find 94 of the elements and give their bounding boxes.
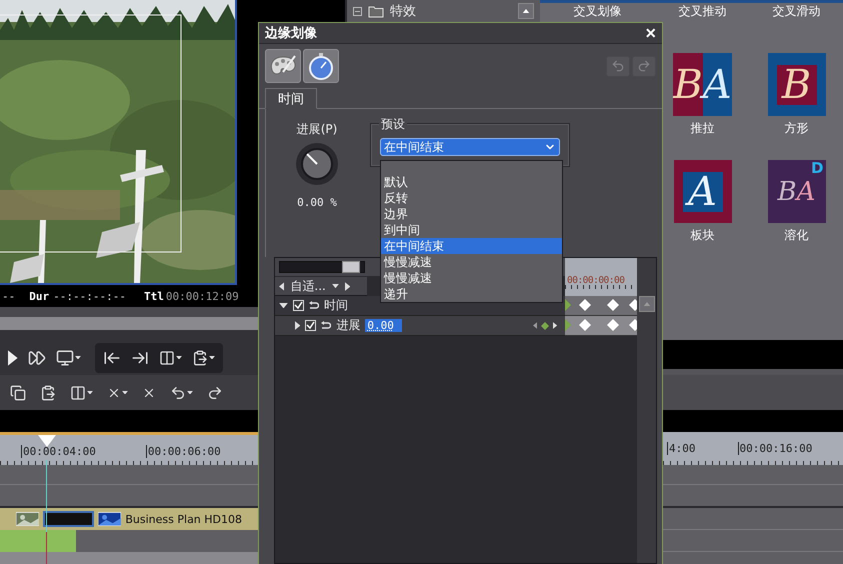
ruler-timecode: 00:00:06:00 xyxy=(146,445,221,458)
timecode-text: -- xyxy=(2,290,16,302)
playhead-marker[interactable] xyxy=(38,435,56,447)
dropdown-option[interactable]: 边界 xyxy=(381,206,562,222)
dropdown-option[interactable]: 到中间 xyxy=(381,222,562,238)
caret-icon xyxy=(87,390,93,394)
collapse-caret-icon[interactable] xyxy=(279,302,288,308)
transition-label: 交叉划像 xyxy=(572,3,622,20)
scroll-up-button[interactable] xyxy=(518,3,534,19)
duration-timecode: --:--:--:-- xyxy=(53,290,126,302)
transition-thumbnail[interactable]: D BA xyxy=(768,160,826,223)
video-clip[interactable]: Business Plan HD108 xyxy=(0,508,258,530)
dropdown-option[interactable]: 在中间结束 xyxy=(381,238,562,254)
caret-icon xyxy=(332,284,339,288)
transition-label: 推拉 xyxy=(690,120,714,137)
previous-button[interactable] xyxy=(279,282,284,290)
caret-icon xyxy=(208,356,215,360)
caret-icon xyxy=(122,390,128,394)
redo-icon xyxy=(637,59,651,73)
dropdown-option[interactable]: 递升 xyxy=(381,286,562,302)
transition-thumbnail[interactable]: A xyxy=(674,160,732,223)
clipboard-icon xyxy=(192,350,208,366)
zoom-slider[interactable] xyxy=(279,261,365,273)
dropdown-option[interactable]: 反转 xyxy=(381,190,562,206)
value-field[interactable]: 0.00 xyxy=(365,319,402,332)
right-arrow-icon xyxy=(344,282,350,290)
keyframe-drawing xyxy=(565,316,637,334)
progress-knob[interactable] xyxy=(295,142,339,186)
transition-label: 交叉推动 xyxy=(678,3,728,20)
dropdown-option[interactable]: 默认 xyxy=(381,174,562,190)
play-icon xyxy=(8,350,18,366)
transition-label: 溶化 xyxy=(784,227,808,244)
keyframe-icon xyxy=(540,322,549,330)
undo-icon xyxy=(611,59,625,73)
total-label: Ttl xyxy=(144,290,164,302)
transition-label: 板块 xyxy=(690,227,714,244)
track-checkbox[interactable] xyxy=(305,320,316,331)
ruler-timecode: 00:00:04:00 xyxy=(21,445,96,458)
next-button[interactable] xyxy=(344,282,350,290)
timeline-ruler[interactable]: 4:00 00:00:16:00 xyxy=(663,432,843,465)
dropdown-option[interactable]: 慢慢减速 xyxy=(381,270,562,286)
tab[interactable]: 时间 xyxy=(265,88,317,109)
transition-thumbnail[interactable]: B xyxy=(768,53,826,116)
scroll-up-icon xyxy=(522,8,530,14)
collapse-icon[interactable] xyxy=(353,6,362,16)
transition-label: 交叉滑动 xyxy=(772,3,822,20)
copy-button[interactable] xyxy=(8,382,28,402)
paste-icon xyxy=(40,384,56,400)
clip-title: Business Plan HD108 xyxy=(125,512,242,526)
transition-thumbnail[interactable]: BA xyxy=(674,53,732,116)
ruler-timecode: 00:00:16:00 xyxy=(738,442,812,455)
copy-icon xyxy=(10,384,26,400)
total-timecode: 00:00:12:09 xyxy=(166,290,239,302)
next-key-icon xyxy=(552,322,557,329)
timeline-ruler[interactable]: 00:00:04:00 00:00:06:00 xyxy=(0,432,258,465)
scroll-up-button[interactable] xyxy=(638,296,654,312)
previous-key-icon xyxy=(532,322,537,329)
monitor-icon xyxy=(56,348,74,366)
scroll-up-icon xyxy=(642,302,650,306)
folder-icon xyxy=(368,4,384,18)
duration-label: Dur xyxy=(29,290,50,302)
progress-label: 进展(P) xyxy=(296,121,338,138)
columns-icon xyxy=(158,350,175,366)
palette-button[interactable] xyxy=(265,49,301,83)
dialog-title: 边缘划像 xyxy=(265,25,317,42)
track-label: 时间 xyxy=(324,297,348,314)
caret-icon xyxy=(176,356,182,360)
columns-icon xyxy=(70,384,86,400)
loop-arrow-icon xyxy=(309,301,319,310)
preset-dropdown[interactable]: 在中间结束 xyxy=(380,138,560,156)
left-arrow-icon xyxy=(279,282,284,290)
undo-icon xyxy=(170,384,186,400)
close-button[interactable]: × xyxy=(645,24,656,42)
expand-caret-icon[interactable] xyxy=(295,321,300,330)
fast-forward-icon xyxy=(28,348,46,366)
keyframe-drawing xyxy=(565,296,637,314)
track-checkbox[interactable] xyxy=(293,300,304,311)
play-button[interactable] xyxy=(6,348,20,368)
group-legend: 预设 xyxy=(379,116,407,133)
caret-icon xyxy=(74,356,81,360)
ruler-timecode: 00:00:00:00 xyxy=(567,275,624,286)
transition-label: 方形 xyxy=(784,120,808,137)
stopwatch-icon xyxy=(308,52,334,80)
dropdown-option[interactable]: 慢慢减速 xyxy=(381,254,562,270)
track-label: 进展 xyxy=(336,317,360,334)
transition-clip[interactable] xyxy=(42,511,94,527)
badge-letter: D xyxy=(811,161,824,176)
stopwatch-button[interactable] xyxy=(303,49,339,83)
redo-icon xyxy=(207,384,223,400)
loop-arrow-icon xyxy=(321,321,332,330)
caret-icon xyxy=(187,390,193,394)
audio-clip[interactable] xyxy=(0,530,76,552)
progress-value: 0.00 % xyxy=(297,196,337,209)
ruler-timecode: 4:00 xyxy=(667,442,696,455)
